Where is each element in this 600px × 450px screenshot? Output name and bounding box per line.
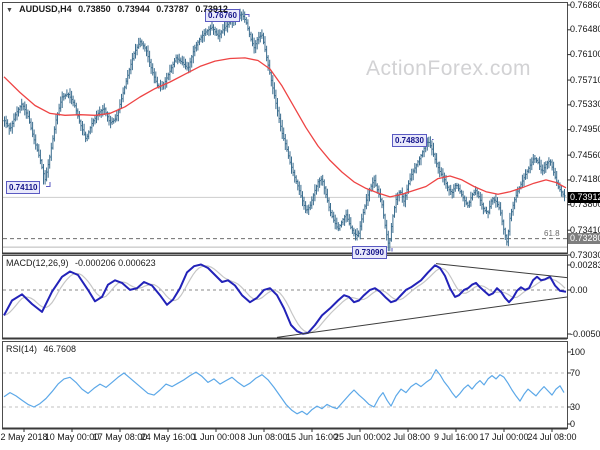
close-value: 0.73912 — [195, 4, 228, 14]
rsi-label: RSI(14) — [6, 344, 38, 354]
panel-border-rsi — [2, 341, 568, 429]
low-value: 0.73787 — [156, 4, 189, 14]
rsi-value: 46.7608 — [43, 344, 77, 354]
macd-signal-line — [3, 265, 566, 334]
panel-border-price — [2, 2, 568, 254]
high-value: 0.73944 — [117, 4, 150, 14]
chart-window: ActionForex.com 0.76860 0.76480 0.76100 0.7… — [0, 0, 600, 450]
open-value: 0.73850 — [78, 4, 111, 14]
symbol-timeframe: AUDUSD,H4 — [19, 4, 72, 14]
rsi-line — [3, 369, 565, 416]
macd-values: -0.000206 0.000623 — [75, 258, 156, 268]
rsi-header: RSI(14) 46.7608 — [6, 344, 80, 354]
swing-tag-connector — [46, 182, 51, 187]
swing-tag-connector — [245, 14, 250, 17]
macd-upper-trendline — [435, 263, 568, 279]
swing-tag-connector — [432, 139, 434, 140]
macd-header: MACD(12,26,9) -0.000206 0.000623 — [6, 258, 160, 268]
symbol-header: ▼ AUDUSD,H4 0.73850 0.73944 0.73787 0.73… — [6, 4, 232, 14]
chart-canvas[interactable] — [0, 0, 600, 450]
price-bars-series — [3, 8, 566, 252]
macd-label: MACD(12,26,9) — [6, 258, 69, 268]
chevron-down-icon[interactable]: ▼ — [6, 7, 13, 14]
moving-average-line — [3, 57, 567, 198]
